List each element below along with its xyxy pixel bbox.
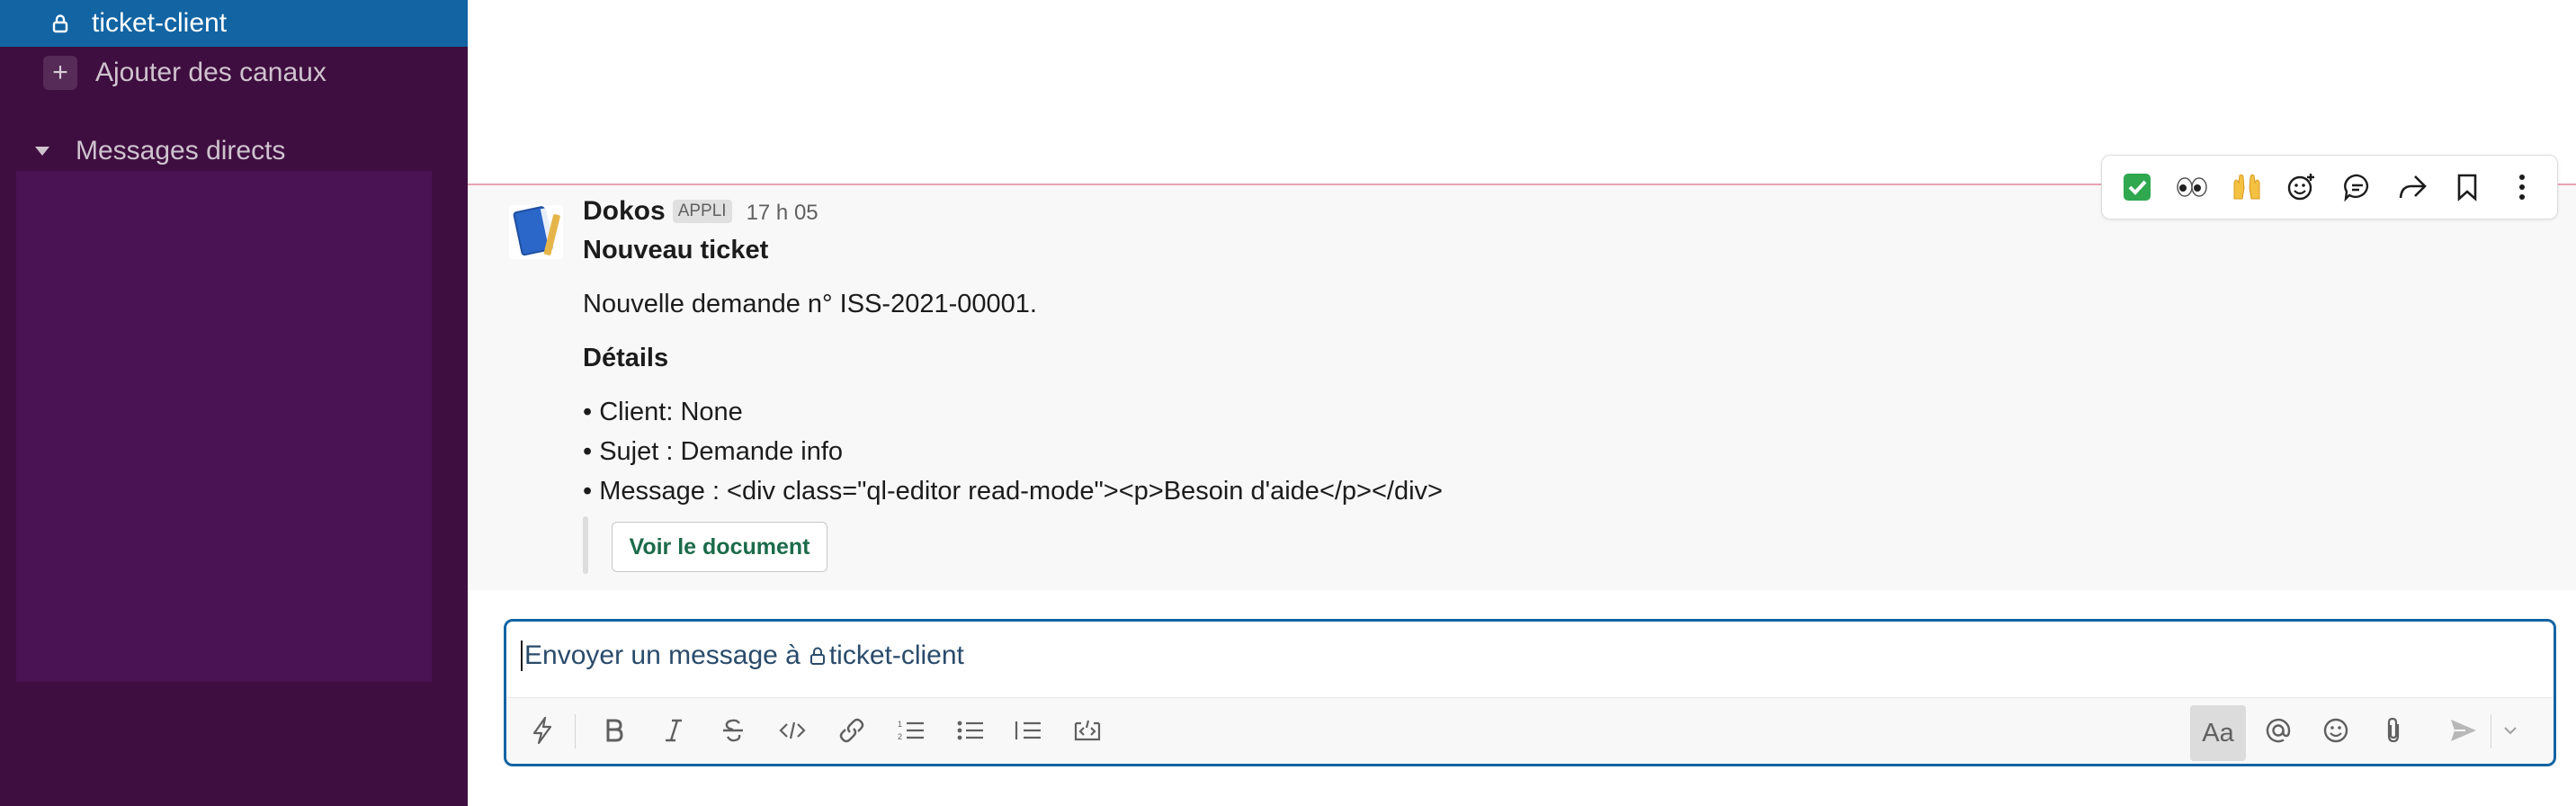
sidebar-item-label: ticket-client (92, 8, 228, 38)
strikethrough-button[interactable] (708, 705, 758, 756)
bold-icon (606, 719, 623, 742)
at-mention-icon (2266, 718, 2291, 743)
direct-messages-list (16, 171, 432, 682)
italic-icon (666, 719, 682, 742)
code-button[interactable] (767, 705, 818, 756)
check-emoji-icon (2123, 174, 2151, 201)
message-title: Nouveau ticket (583, 236, 769, 264)
text-caret (521, 640, 523, 671)
more-actions-button[interactable] (2499, 164, 2545, 210)
attach-file-button[interactable] (2368, 705, 2419, 756)
emoji-icon (2323, 718, 2348, 743)
chevron-down-icon (2504, 727, 2517, 735)
react-check-button[interactable] (2114, 164, 2160, 210)
author-name[interactable]: Dokos (583, 196, 666, 227)
share-arrow-icon (2399, 175, 2427, 199)
app-avatar[interactable] (504, 198, 568, 263)
caret-down-icon (32, 146, 52, 157)
lightning-icon (532, 716, 552, 745)
ordered-list-icon: 12 (898, 720, 924, 741)
code-block-button[interactable] (1062, 705, 1113, 756)
more-vertical-icon (2519, 175, 2526, 200)
shortcuts-button[interactable] (517, 705, 568, 756)
app-badge: APPLI (672, 200, 732, 223)
svg-text:1: 1 (898, 720, 902, 729)
details-heading: Détails (583, 344, 669, 372)
svg-text:2: 2 (898, 732, 902, 741)
message-header: Dokos APPLI 17 h 05 (583, 196, 818, 227)
bullet-subject: • Sujet : Demande info (583, 437, 844, 466)
blockquote-icon (1015, 721, 1041, 739)
italic-button[interactable] (648, 705, 699, 756)
lock-icon (809, 646, 826, 666)
message-pane: Dokos APPLI 17 h 05 Nouveau ticket Nouve… (468, 0, 2576, 806)
eyes-emoji-icon (2177, 177, 2207, 197)
timestamp[interactable]: 17 h 05 (747, 201, 818, 226)
react-raised-hands-button[interactable] (2223, 164, 2270, 210)
composer-toolbar: 12 Aa (506, 697, 2554, 764)
send-icon (2451, 720, 2476, 741)
toolbar-divider (575, 714, 576, 748)
message-line: Nouvelle demande n° ISS-2021-00001. (583, 290, 1037, 318)
bold-button[interactable] (589, 705, 640, 756)
add-channels-label: Ajouter des canaux (95, 58, 326, 87)
send-button[interactable] (2438, 705, 2489, 756)
link-button[interactable] (827, 705, 877, 756)
code-block-icon (1074, 720, 1101, 741)
bulleted-list-icon (957, 721, 983, 740)
blockquote-button[interactable] (1003, 705, 1053, 756)
schedule-send-dropdown[interactable] (2492, 705, 2528, 756)
strikethrough-icon (723, 719, 743, 742)
ordered-list-button[interactable]: 12 (886, 705, 936, 756)
lock-icon (47, 10, 74, 37)
bullet-client: • Client: None (583, 398, 743, 426)
message-composer[interactable]: Envoyer un message à ticket-client 1 2 A… (504, 619, 2556, 766)
emoji-button[interactable] (2311, 705, 2361, 756)
bullet-message: • Message : <div class="ql-editor read-m… (583, 477, 1443, 506)
message-actions-toolbar (2101, 155, 2558, 219)
mention-button[interactable] (2253, 705, 2303, 756)
code-icon (779, 721, 806, 739)
paperclip-icon (2387, 717, 2400, 743)
placeholder-channel: ticket-client (828, 640, 964, 670)
raised-hands-emoji-icon (2233, 174, 2260, 200)
save-bookmark-button[interactable] (2444, 164, 2491, 210)
bookmark-icon (2457, 174, 2477, 202)
add-reaction-button[interactable] (2278, 164, 2325, 210)
message-item[interactable]: Dokos APPLI 17 h 05 Nouveau ticket Nouve… (468, 185, 2576, 590)
placeholder-prefix: Envoyer un message à (524, 640, 801, 670)
direct-messages-section[interactable]: Messages directs (0, 128, 468, 175)
add-reaction-icon (2288, 174, 2315, 201)
forward-button[interactable] (2389, 164, 2436, 210)
link-icon (839, 718, 864, 743)
sidebar: ticket-client + Ajouter des canaux Messa… (0, 0, 468, 806)
reply-thread-button[interactable] (2334, 164, 2381, 210)
sidebar-item-ticket-client[interactable]: ticket-client (0, 0, 468, 47)
attachment-bar (583, 516, 588, 574)
thread-icon (2343, 174, 2368, 202)
direct-messages-label: Messages directs (76, 136, 286, 166)
view-document-button[interactable]: Voir le document (612, 522, 827, 572)
formatting-toggle-button[interactable]: Aa (2190, 705, 2246, 761)
plus-icon: + (43, 56, 77, 90)
react-eyes-button[interactable] (2169, 164, 2215, 210)
add-channels-button[interactable]: + Ajouter des canaux (0, 49, 468, 96)
message-input[interactable]: Envoyer un message à ticket-client (521, 638, 964, 674)
bulleted-list-button[interactable] (945, 705, 996, 756)
